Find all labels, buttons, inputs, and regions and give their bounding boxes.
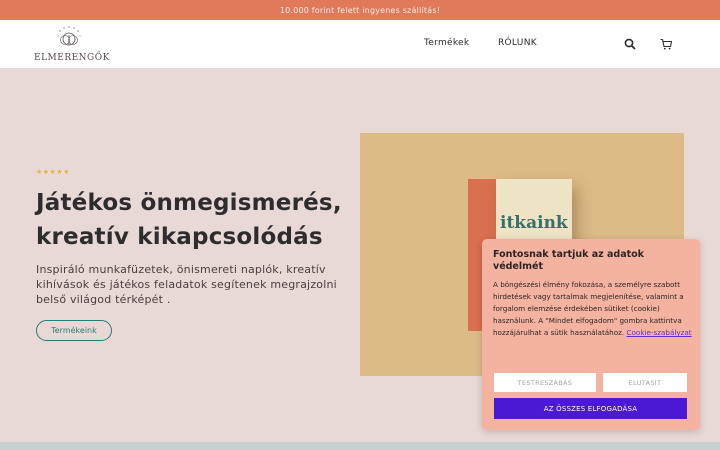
nav-products[interactable]: Termékek xyxy=(424,38,469,48)
hero-subtext: Inspiráló munkafüzetek, önismereti napló… xyxy=(36,263,337,306)
logo-text: ELMERENGŐK xyxy=(34,53,110,63)
announcement-text: 10.000 forint felett ingyenes szállítás! xyxy=(279,5,441,15)
rating-stars: ★★★★★ xyxy=(36,168,70,176)
logo[interactable]: ELMERENGŐK xyxy=(34,26,110,66)
products-button[interactable]: Termékeink xyxy=(36,320,112,341)
reject-button[interactable]: ELUTASÍT xyxy=(603,373,687,392)
search-icon[interactable] xyxy=(623,37,637,51)
cookie-policy-link[interactable]: Cookie-szabályzat xyxy=(627,328,692,337)
book-title: itkaink xyxy=(500,213,568,233)
announcement-bar: 10.000 forint felett ingyenes szállítás! xyxy=(0,0,720,20)
cookie-title: Fontosnak tartjuk az adatok védelmét xyxy=(493,249,644,272)
cookie-consent-dialog: Fontosnak tartjuk az adatok védelmét A b… xyxy=(482,239,700,430)
customize-button[interactable]: TESTRESZABÁS xyxy=(494,373,596,392)
cart-icon[interactable] xyxy=(659,37,673,51)
site-header: ELMERENGŐK Termékek RÓLUNK xyxy=(0,20,720,69)
section-divider xyxy=(0,442,720,450)
cookie-body: A böngészési élmény fokozása, a személyr… xyxy=(493,279,693,339)
accept-all-button[interactable]: AZ ÖSSZES ELFOGADÁSA xyxy=(494,398,687,419)
nav-about[interactable]: RÓLUNK xyxy=(498,38,537,48)
logo-icon xyxy=(57,26,81,46)
hero-headline: Játékos önmegismerés, kreatív kikapcsoló… xyxy=(36,190,342,250)
